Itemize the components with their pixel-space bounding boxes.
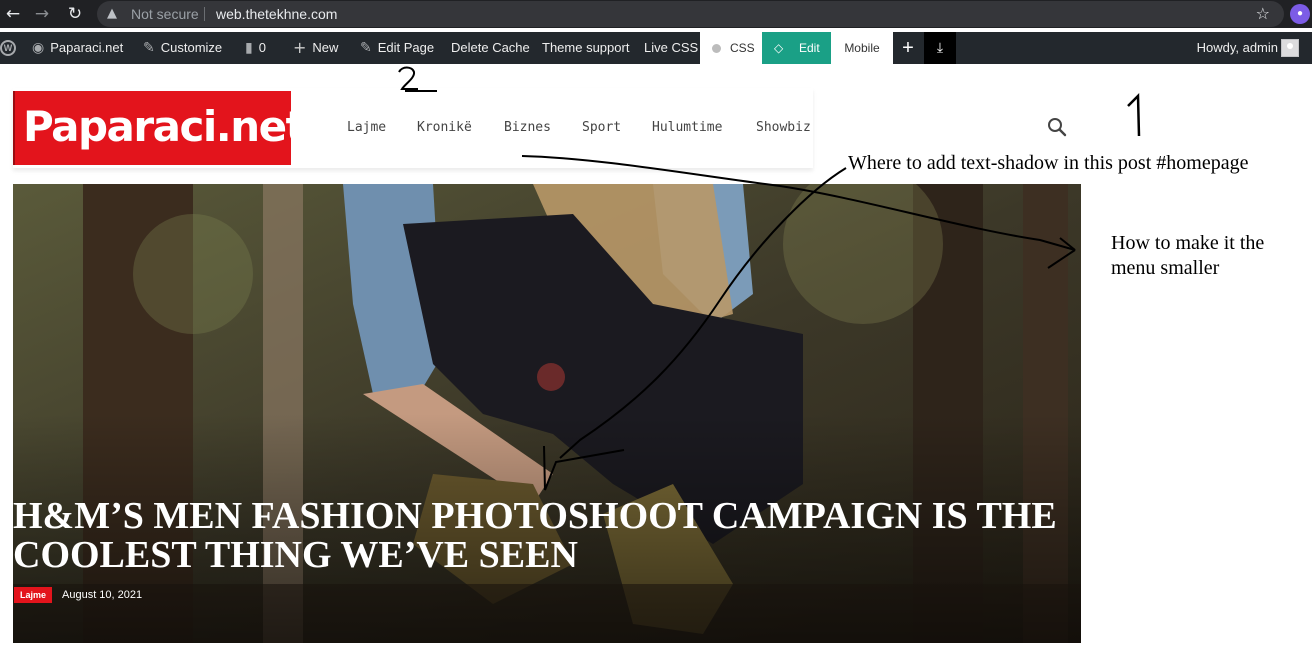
note-text-shadow: Where to add text-shadow in this post #h… <box>848 152 1249 174</box>
new-content-link[interactable]: + New <box>293 32 338 64</box>
mobile-tab[interactable]: Mobile <box>831 32 893 64</box>
live-css-link[interactable]: Live CSS <box>644 32 698 64</box>
browser-toolbar: ← → ↻ ▲ Not secure web.thetekhne.com ☆ ● <box>0 0 1312 28</box>
menu-item-kronike[interactable]: Kronikë <box>417 119 472 137</box>
warning-icon: ▲ <box>107 6 117 21</box>
status-dot-icon <box>712 44 721 53</box>
avatar[interactable] <box>1281 39 1299 57</box>
hero-post[interactable]: H&M’S MEN FASHION PHOTOSHOOT CAMPAIGN IS… <box>13 184 1081 643</box>
post-title[interactable]: H&M’S MEN FASHION PHOTOSHOOT CAMPAIGN IS… <box>13 497 1073 575</box>
note-menu-line1: How to make it the <box>1111 232 1265 254</box>
comments-count: 0 <box>258 40 266 55</box>
menu-item-hulumtime[interactable]: Hulumtime <box>652 119 722 137</box>
site-header: Paparaci.net Lajme Kronikë Biznes Sport … <box>13 88 813 168</box>
customize-label: Customize <box>160 40 223 55</box>
site-logo[interactable]: Paparaci.net <box>13 91 306 165</box>
css-tab-label: CSS <box>730 41 755 55</box>
wordpress-logo-icon[interactable]: W <box>0 40 16 56</box>
post-date: August 10, 2021 <box>62 589 143 601</box>
extension-icon[interactable]: ● <box>1290 4 1310 24</box>
pencil-icon: ✎ <box>360 40 372 56</box>
note-menu-line2: menu smaller <box>1111 257 1220 279</box>
menu-item-lajme[interactable]: Lajme <box>347 119 386 137</box>
logo-text: Paparaci.net <box>23 102 306 151</box>
menu-item-sport[interactable]: Sport <box>582 119 621 137</box>
brush-icon: ✎ <box>143 40 155 56</box>
comments-link[interactable]: ▮ 0 <box>245 32 266 64</box>
security-label: Not secure <box>131 6 199 22</box>
menu-item-showbiz[interactable]: Showbiz <box>756 119 811 137</box>
dashboard-icon: ◉ <box>32 40 45 56</box>
new-label: New <box>312 40 339 55</box>
plus-icon: + <box>293 38 307 57</box>
site-name-label: Paparaci.net <box>50 40 124 55</box>
css-tab[interactable]: CSS <box>700 32 762 64</box>
bookmark-star-icon[interactable]: ☆ <box>1256 4 1270 24</box>
address-bar[interactable]: ▲ Not secure web.thetekhne.com ☆ <box>97 1 1284 27</box>
reload-icon[interactable]: ↻ <box>64 3 86 25</box>
edit-tab-label: Edit <box>799 41 820 55</box>
download-icon[interactable]: ⤓ <box>924 32 956 64</box>
url-text[interactable]: web.thetekhne.com <box>216 6 337 22</box>
comment-icon: ▮ <box>245 40 253 56</box>
edit-page-link[interactable]: ✎ Edit Page <box>360 32 434 64</box>
howdy-user[interactable]: Howdy, admin <box>1197 32 1278 64</box>
forward-icon[interactable]: → <box>31 3 53 25</box>
add-icon[interactable]: + <box>893 32 923 64</box>
menu-item-biznes[interactable]: Biznes <box>504 119 551 137</box>
wp-admin-bar: W ◉ Paparaci.net ✎ Customize ▮ 0 + New ✎ Edit… <box>0 32 1312 64</box>
customize-link[interactable]: ✎ Customize <box>143 32 222 64</box>
admin-site-name[interactable]: ◉ Paparaci.net <box>32 32 123 64</box>
theme-support-link[interactable]: Theme support <box>542 32 629 64</box>
code-icon: ◇ <box>774 41 784 55</box>
back-icon[interactable]: ← <box>2 3 24 25</box>
category-badge[interactable]: Lajme <box>14 587 53 603</box>
edit-tab[interactable]: ◇ Edit <box>762 32 831 64</box>
search-icon[interactable] <box>1046 116 1068 138</box>
edit-page-label: Edit Page <box>377 40 435 55</box>
delete-cache-link[interactable]: Delete Cache <box>451 32 530 64</box>
omnibox-divider <box>204 7 205 21</box>
